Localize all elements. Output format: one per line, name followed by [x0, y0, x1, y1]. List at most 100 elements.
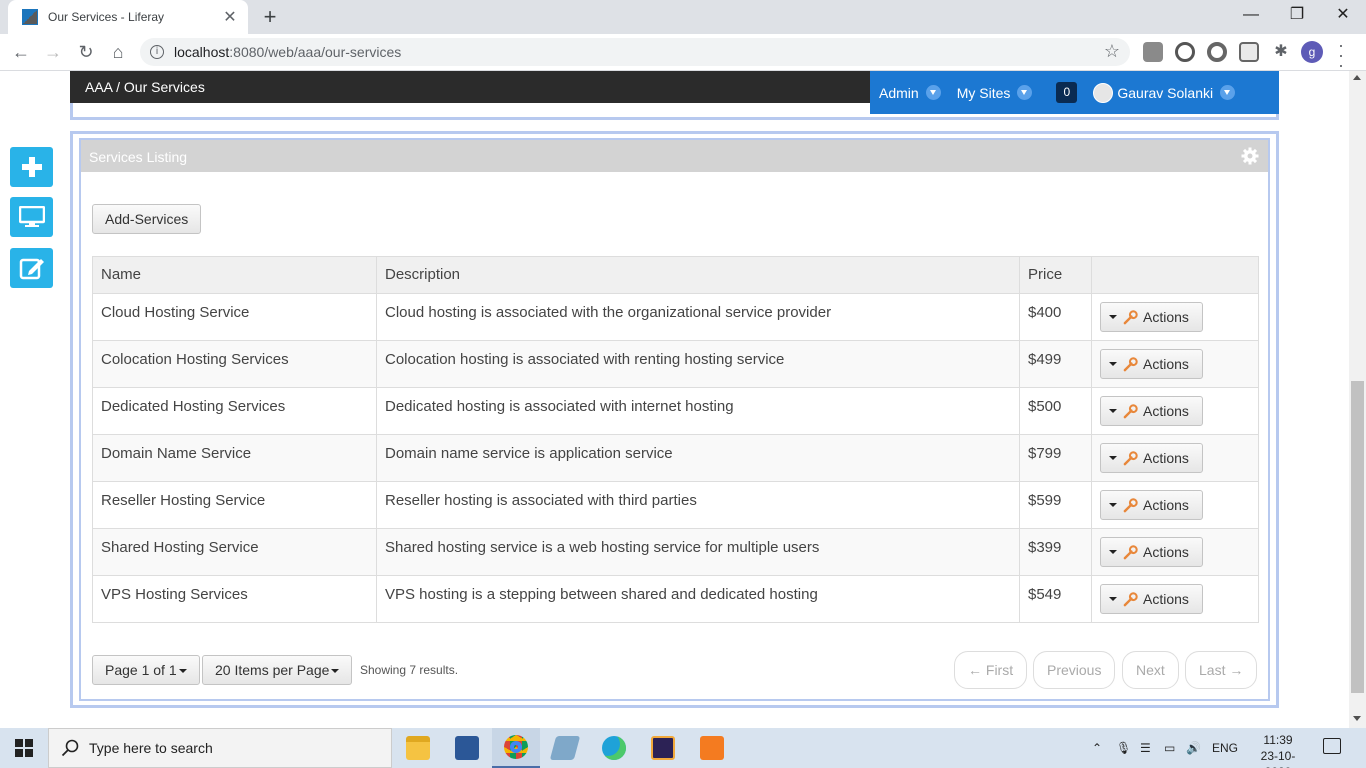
caret-down-icon: [1109, 315, 1117, 319]
minimize-icon[interactable]: —: [1228, 0, 1274, 30]
site-info-icon[interactable]: i: [150, 45, 164, 59]
service-price: $599: [1019, 481, 1092, 529]
restore-icon[interactable]: ❐: [1274, 0, 1320, 30]
search-placeholder: Type here to search: [89, 740, 213, 756]
monitor-icon: [18, 206, 45, 227]
portlet-container: Services Listing Add-Services Name Descr…: [70, 131, 1279, 708]
language-indicator[interactable]: ENG: [1212, 728, 1238, 768]
next-page-link[interactable]: Next: [1122, 651, 1179, 689]
volume-icon[interactable]: 🔊: [1186, 728, 1201, 768]
add-button[interactable]: [10, 147, 53, 187]
service-description: Dedicated hosting is associated with int…: [376, 387, 1020, 435]
browser-menu-icon[interactable]: · · ·: [1334, 36, 1348, 74]
extension-icon-1[interactable]: [1143, 42, 1163, 62]
app-launcher[interactable]: [541, 728, 589, 768]
profile-avatar[interactable]: g: [1301, 41, 1323, 63]
my-sites-label: My Sites: [956, 84, 1011, 101]
gear-icon[interactable]: [1241, 147, 1259, 165]
caret-down-icon: [1109, 456, 1117, 460]
start-button[interactable]: [0, 728, 48, 768]
wrench-icon: [1123, 591, 1138, 606]
column-header-description[interactable]: Description: [376, 256, 1020, 294]
admin-menu[interactable]: Admin: [879, 85, 941, 101]
caret-down-icon: [178, 669, 187, 674]
user-name: Gaurav Solanki: [1117, 84, 1214, 101]
wrench-icon: [1123, 309, 1138, 324]
new-tab-button[interactable]: +: [258, 4, 282, 30]
column-header-price[interactable]: Price: [1019, 256, 1092, 294]
my-sites-menu[interactable]: My Sites: [957, 85, 1033, 101]
eclipse-app[interactable]: [639, 728, 687, 768]
user-menu[interactable]: Gaurav Solanki: [1093, 82, 1236, 103]
actions-button[interactable]: Actions: [1100, 349, 1203, 379]
wrench-icon: [1123, 356, 1138, 371]
microphone-icon[interactable]: 🎙: [1116, 728, 1131, 768]
chrome-app[interactable]: [492, 728, 540, 768]
actions-button[interactable]: Actions: [1100, 537, 1203, 567]
breadcrumb-page[interactable]: Our Services: [124, 79, 205, 95]
column-header-actions: [1091, 256, 1259, 294]
reload-icon[interactable]: ↻: [73, 39, 99, 65]
windows-taskbar: Type here to search ⌃ 🎙 ☰ ▭ 🔊 ENG 11:39 …: [0, 728, 1366, 768]
actions-cell: Actions: [1091, 434, 1259, 482]
bookmark-star-icon[interactable]: ☆: [1104, 41, 1120, 62]
home-icon[interactable]: ⌂: [105, 39, 131, 65]
address-bar[interactable]: i localhost:8080/web/aaa/our-services ☆: [140, 38, 1130, 66]
taskbar-clock[interactable]: 11:39 23-10-2020: [1248, 732, 1308, 768]
taskbar-search[interactable]: Type here to search: [48, 728, 392, 768]
tray-chevron-up-icon[interactable]: ⌃: [1092, 728, 1102, 768]
first-page-link[interactable]: ← First: [954, 651, 1028, 689]
add-services-button[interactable]: Add-Services: [92, 204, 202, 234]
scroll-down-arrow-icon[interactable]: [1353, 716, 1361, 721]
actions-button[interactable]: Actions: [1100, 302, 1203, 332]
column-header-name[interactable]: Name: [92, 256, 377, 294]
actions-button[interactable]: Actions: [1100, 490, 1203, 520]
user-avatar: [1093, 82, 1114, 103]
edge-app[interactable]: [590, 728, 638, 768]
network-icon[interactable]: ☰: [1140, 728, 1151, 768]
scrollbar-thumb[interactable]: [1351, 381, 1364, 693]
battery-icon[interactable]: ▭: [1164, 728, 1175, 768]
preview-button[interactable]: [10, 197, 53, 237]
folder-icon: [406, 736, 430, 760]
xampp-app[interactable]: [688, 728, 736, 768]
wrench-icon: [1123, 450, 1138, 465]
edit-controls-button[interactable]: [10, 248, 53, 288]
actions-button[interactable]: Actions: [1100, 584, 1203, 614]
table-row: Shared Hosting Service Shared hosting ser…: [92, 528, 1259, 576]
caret-down-icon: [1109, 409, 1117, 413]
browser-tab[interactable]: Our Services - Liferay ✕: [8, 0, 248, 34]
close-tab-icon[interactable]: ✕: [222, 7, 238, 27]
file-explorer-app[interactable]: [394, 728, 442, 768]
cast-icon[interactable]: [1239, 42, 1259, 62]
extension-icon-3[interactable]: [1207, 42, 1227, 62]
actions-button[interactable]: Actions: [1100, 443, 1203, 473]
service-price: $549: [1019, 575, 1092, 623]
extension-icon-2[interactable]: [1175, 42, 1195, 62]
table-row: Colocation Hosting Services Colocation ho…: [92, 340, 1259, 388]
actions-button[interactable]: Actions: [1100, 396, 1203, 426]
page-selector[interactable]: Page 1 of 1: [92, 655, 200, 685]
forward-icon[interactable]: →: [40, 39, 66, 65]
items-per-page-selector[interactable]: 20 Items per Page: [202, 655, 353, 685]
actions-cell: Actions: [1091, 528, 1259, 576]
actions-cell: Actions: [1091, 293, 1259, 341]
admin-label: Admin: [879, 84, 919, 101]
service-name: Colocation Hosting Services: [92, 340, 377, 388]
wrench-icon: [1123, 497, 1138, 512]
caret-down-icon: [1109, 597, 1117, 601]
page-scrollbar[interactable]: [1349, 71, 1366, 728]
window-close-icon[interactable]: ✕: [1320, 0, 1366, 30]
chrome-icon: [504, 735, 528, 759]
breadcrumb-site[interactable]: AAA: [85, 79, 112, 95]
word-app[interactable]: [443, 728, 491, 768]
last-page-link[interactable]: Last →: [1185, 651, 1258, 689]
edge-icon: [602, 736, 626, 760]
notification-center-icon[interactable]: [1323, 738, 1341, 754]
previous-page-link[interactable]: Previous: [1033, 651, 1116, 689]
back-icon[interactable]: ←: [8, 39, 34, 65]
notification-count[interactable]: 0: [1056, 82, 1078, 103]
extensions-puzzle-icon[interactable]: ✱: [1271, 42, 1291, 62]
table-row: Reseller Hosting Service Reseller hosting…: [92, 481, 1259, 529]
scroll-up-arrow-icon[interactable]: [1353, 75, 1361, 80]
